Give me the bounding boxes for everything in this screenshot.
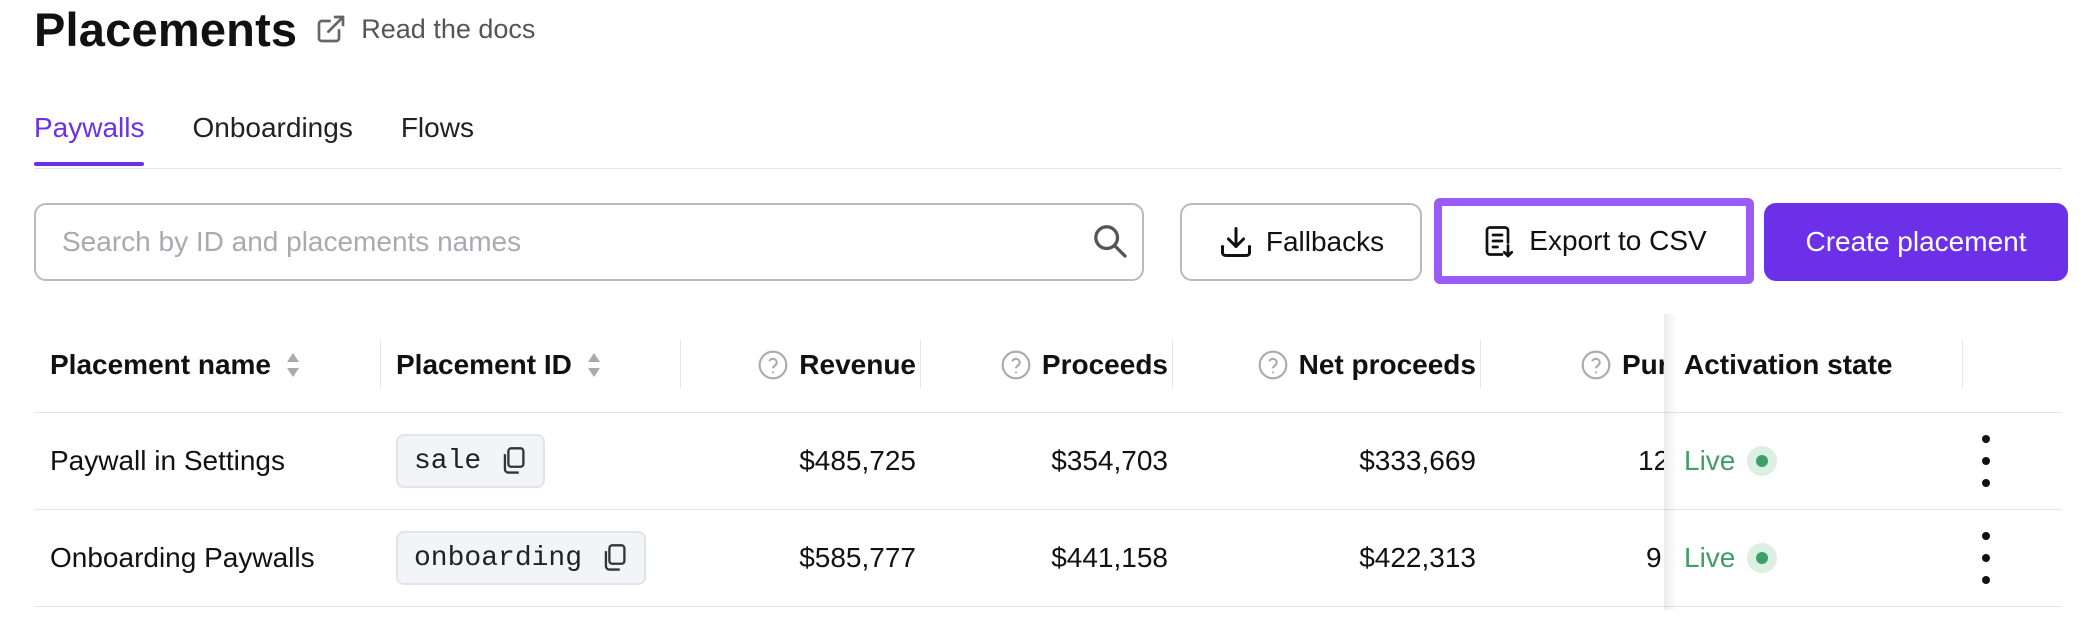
- placement-id-cell: onboarding: [396, 510, 647, 606]
- state-label: Live: [1684, 445, 1736, 476]
- col-header-revenue[interactable]: Revenue: [684, 318, 916, 412]
- search-input[interactable]: [60, 225, 1064, 259]
- col-header-purchases[interactable]: Purchases: [1484, 318, 1664, 412]
- live-status-dot: [1747, 446, 1778, 476]
- col-name-label: Placement name: [50, 349, 271, 380]
- export-label: Export to CSV: [1529, 225, 1707, 256]
- col-activation-label: Activation state: [1684, 349, 1893, 380]
- tab-flows[interactable]: Flows: [401, 108, 474, 164]
- net-proceeds-value: $422,313: [1359, 542, 1476, 573]
- sticky-column-shadow: [1664, 314, 1678, 610]
- read-docs-label: Read the docs: [361, 13, 536, 44]
- fallbacks-button[interactable]: Fallbacks: [1180, 203, 1422, 281]
- col-net-proceeds-label: Net proceeds: [1298, 349, 1476, 380]
- page-title: Placements: [34, 2, 298, 56]
- purchases-value: 12: [1638, 445, 1664, 476]
- state-label: Live: [1684, 542, 1736, 573]
- export-csv-button[interactable]: Export to CSV: [1434, 198, 1754, 284]
- placement-id-chip: onboarding: [396, 531, 647, 585]
- col-separator: [1480, 340, 1481, 388]
- col-header-id[interactable]: Placement ID: [396, 318, 602, 412]
- placements-table: Placement name Placement ID Revenue Proc…: [34, 314, 2062, 610]
- search-box: [34, 203, 1144, 281]
- activation-state: Live: [1684, 510, 1778, 606]
- table-row[interactable]: Paywall in Settings sale $485,725 $354,7…: [34, 413, 2062, 510]
- tab-paywalls[interactable]: Paywalls: [34, 108, 145, 166]
- col-id-label: Placement ID: [396, 349, 572, 380]
- placement-name[interactable]: Paywall in Settings: [50, 413, 285, 509]
- placement-id-chip: sale: [396, 434, 546, 488]
- placement-id-cell: sale: [396, 413, 546, 509]
- placement-id: sale: [414, 445, 482, 477]
- more-vertical-icon[interactable]: [1966, 435, 2006, 487]
- purchases-clip: 12: [1484, 413, 1664, 509]
- external-link-icon: [317, 15, 345, 43]
- title-row: Placements Read the docs: [34, 0, 535, 58]
- help-circle-icon[interactable]: [1257, 349, 1289, 381]
- fallbacks-label: Fallbacks: [1265, 226, 1385, 257]
- sort-icon[interactable]: [586, 351, 602, 379]
- sort-icon[interactable]: [285, 351, 301, 379]
- placement-id: onboarding: [414, 542, 583, 574]
- col-header-net-proceeds[interactable]: Net proceeds: [1176, 318, 1476, 412]
- tab-bar: Paywalls Onboardings Flows: [34, 108, 2062, 169]
- proceeds-value: $441,158: [1051, 542, 1168, 573]
- table-header: Placement name Placement ID Revenue Proc…: [34, 318, 2062, 413]
- placements-page: Placements Read the docs Paywalls Onboar…: [0, 0, 2096, 630]
- purchases-header-clip: Purchases: [1484, 318, 1664, 412]
- col-header-proceeds[interactable]: Proceeds: [924, 318, 1168, 412]
- help-circle-icon[interactable]: [1000, 349, 1032, 381]
- live-status-dot: [1747, 543, 1778, 573]
- more-vertical-icon[interactable]: [1966, 532, 2006, 584]
- placement-name[interactable]: Onboarding Paywalls: [50, 510, 315, 606]
- col-separator: [920, 340, 921, 388]
- help-circle-icon[interactable]: [1580, 349, 1612, 381]
- copy-icon[interactable]: [499, 446, 527, 476]
- col-purchases-label: Purchases: [1622, 349, 1664, 380]
- col-proceeds-label: Proceeds: [1041, 349, 1168, 380]
- revenue-value: $585,777: [799, 542, 916, 573]
- download-icon: [1220, 227, 1251, 257]
- col-header-activation[interactable]: Activation state: [1684, 318, 1893, 412]
- read-docs-link[interactable]: Read the docs: [315, 13, 535, 45]
- help-circle-icon[interactable]: [757, 349, 789, 381]
- table-row[interactable]: Onboarding Paywalls onboarding $585,777 …: [34, 510, 2062, 607]
- net-proceeds-value: $333,669: [1359, 445, 1476, 476]
- copy-icon[interactable]: [600, 543, 628, 573]
- activation-state: Live: [1684, 413, 1778, 509]
- proceeds-value: $354,703: [1051, 445, 1168, 476]
- revenue-value: $485,725: [799, 445, 916, 476]
- col-separator: [680, 340, 681, 388]
- file-export-icon: [1485, 226, 1514, 258]
- col-separator: [380, 340, 381, 388]
- col-separator: [1962, 340, 1963, 388]
- create-placement-button[interactable]: Create placement: [1764, 203, 2068, 281]
- col-separator: [1172, 340, 1173, 388]
- search-icon[interactable]: [1090, 221, 1130, 261]
- col-revenue-label: Revenue: [799, 349, 916, 380]
- purchases-value: 9: [1646, 542, 1662, 573]
- col-header-name[interactable]: Placement name: [50, 318, 301, 412]
- tab-onboardings[interactable]: Onboardings: [192, 108, 352, 164]
- purchases-clip: 9: [1484, 510, 1664, 606]
